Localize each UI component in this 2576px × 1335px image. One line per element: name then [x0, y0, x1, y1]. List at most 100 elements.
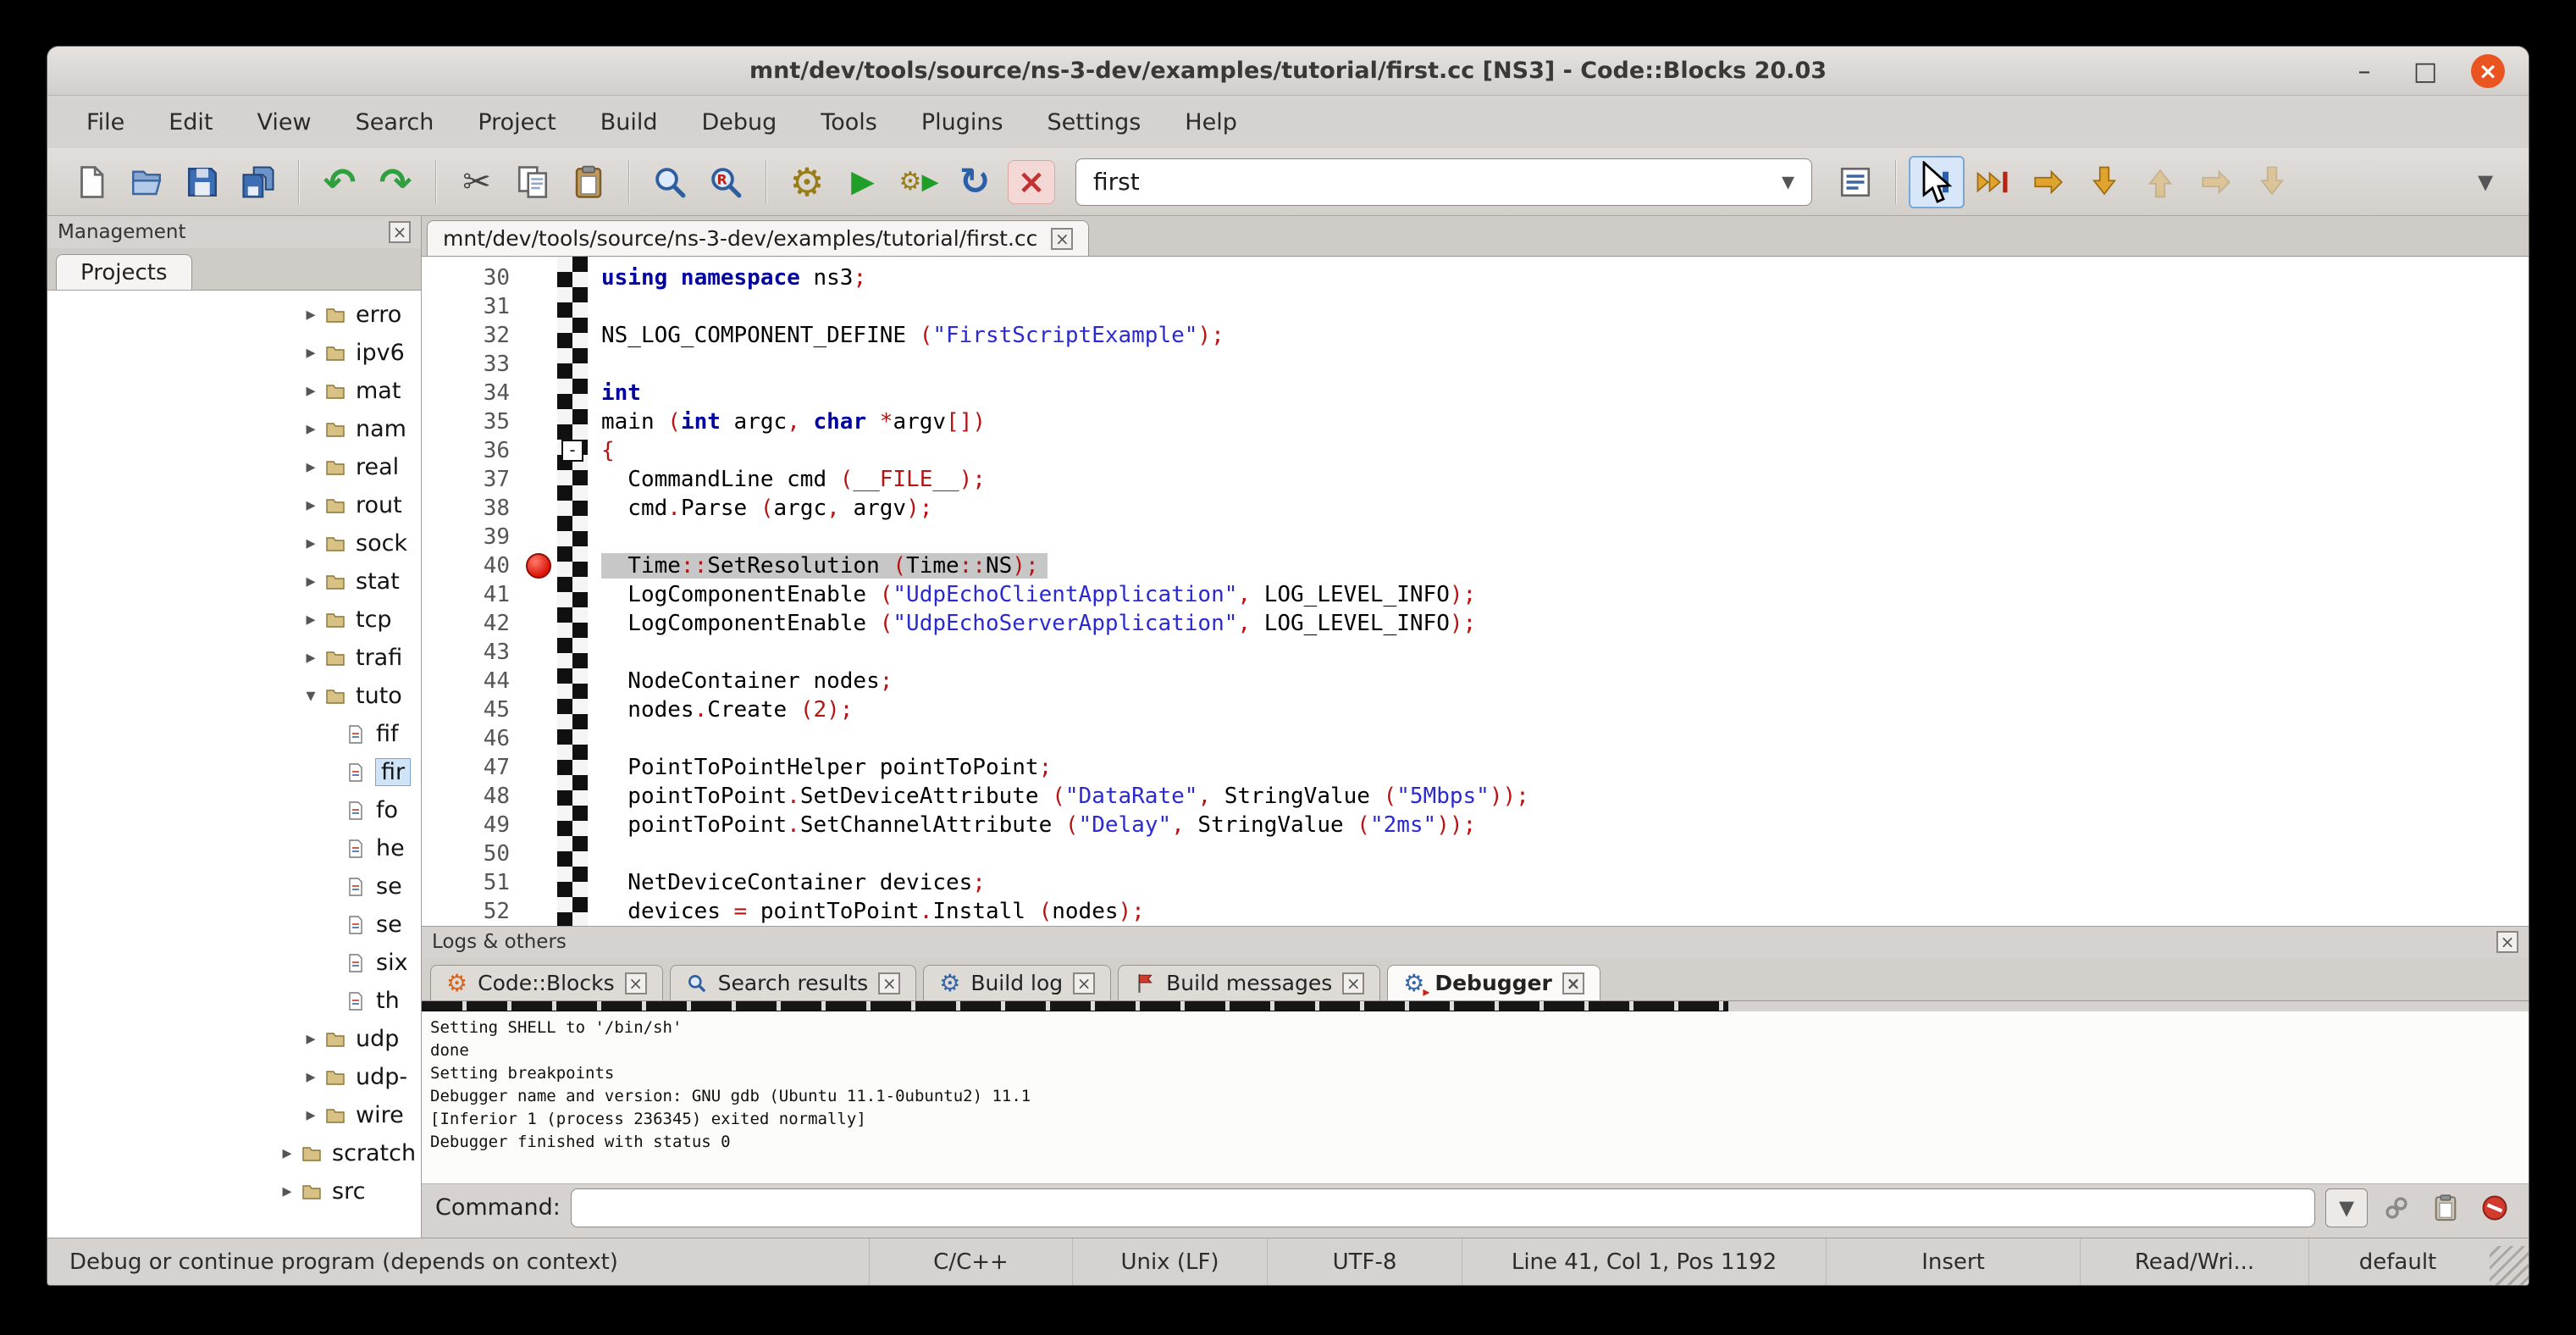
maximize-button[interactable]: □ [2410, 57, 2441, 86]
toolbar-overflow-button[interactable]: ▾ [2457, 156, 2513, 208]
stop-debugger-button[interactable] [2474, 1188, 2515, 1228]
tree-item[interactable]: ▸sock [47, 524, 421, 562]
tree-item[interactable]: ▸real [47, 448, 421, 486]
line-number[interactable]: 44 [422, 667, 520, 695]
line-number[interactable]: 36 [422, 436, 520, 465]
abort-button[interactable]: × [1008, 160, 1055, 204]
line-number[interactable]: 43 [422, 638, 520, 667]
line-number[interactable]: 49 [422, 811, 520, 839]
title-bar[interactable]: mnt/dev/tools/source/ns-3-dev/examples/t… [47, 47, 2529, 96]
chevron-right-icon[interactable]: ▸ [298, 457, 323, 478]
line-number[interactable]: 45 [422, 695, 520, 724]
breakpoint-margin[interactable] [520, 523, 557, 551]
next-instruction-button[interactable] [2188, 156, 2244, 208]
run-to-cursor-button[interactable] [1965, 156, 2020, 208]
new-file-button[interactable] [63, 156, 119, 208]
command-history-dropdown[interactable]: ▾ [2325, 1188, 2368, 1227]
line-number[interactable]: 34 [422, 379, 520, 407]
breakpoint-margin[interactable] [520, 263, 557, 292]
line-number[interactable]: 38 [422, 494, 520, 523]
line-number[interactable]: 51 [422, 868, 520, 897]
attach-file-button[interactable] [2376, 1188, 2417, 1228]
build-button[interactable]: ⚙ [779, 156, 835, 208]
tab-search-results[interactable]: Search results× [670, 965, 917, 1000]
breakpoint-margin[interactable] [520, 782, 557, 811]
chevron-right-icon[interactable]: ▸ [298, 533, 323, 554]
line-number[interactable]: 52 [422, 897, 520, 926]
breakpoint-margin[interactable] [520, 379, 557, 407]
tree-item[interactable]: ▸trafi [47, 639, 421, 677]
menu-item-build[interactable]: Build [580, 102, 678, 142]
menu-item-view[interactable]: View [236, 102, 331, 142]
menu-item-help[interactable]: Help [1164, 102, 1258, 142]
chevron-right-icon[interactable]: ▸ [298, 304, 323, 325]
cut-button[interactable]: ✂ [449, 156, 505, 208]
tree-item[interactable]: ▸udp [47, 1020, 421, 1058]
breakpoint-margin[interactable] [520, 494, 557, 523]
breakpoint-margin[interactable] [520, 609, 557, 638]
line-number[interactable]: 46 [422, 724, 520, 753]
chevron-right-icon[interactable]: ▸ [298, 1028, 323, 1050]
line-number[interactable]: 37 [422, 465, 520, 494]
replace-button[interactable]: R [698, 156, 754, 208]
breakpoint-margin[interactable] [520, 868, 557, 897]
tree-item[interactable]: se [47, 867, 421, 906]
chevron-right-icon[interactable]: ▸ [298, 495, 323, 516]
chevron-right-icon[interactable]: ▸ [274, 1143, 300, 1164]
line-number[interactable]: 31 [422, 292, 520, 321]
tree-item[interactable]: ▸wire [47, 1096, 421, 1134]
tree-item[interactable]: ▸rout [47, 486, 421, 524]
breakpoint-margin[interactable] [520, 839, 557, 868]
run-button[interactable]: ▶ [835, 156, 891, 208]
save-all-button[interactable] [230, 156, 286, 208]
menu-item-file[interactable]: File [66, 102, 145, 142]
tree-item[interactable]: ▸nam [47, 410, 421, 448]
tree-item[interactable]: ▸tcp [47, 601, 421, 639]
breakpoint-margin[interactable] [520, 695, 557, 724]
tree-item[interactable]: he [47, 829, 421, 867]
tree-item[interactable]: ▸erro [47, 296, 421, 334]
find-button[interactable] [642, 156, 698, 208]
save-button[interactable] [174, 156, 230, 208]
tree-item[interactable]: th [47, 982, 421, 1020]
chevron-right-icon[interactable]: ▸ [274, 1181, 300, 1202]
command-input[interactable] [571, 1188, 2315, 1227]
close-icon[interactable]: × [1562, 972, 1584, 994]
project-tree[interactable]: ▸erro▸ipv6▸mat▸nam▸real▸rout▸sock▸stat▸t… [47, 291, 421, 1238]
tree-item[interactable]: ▸src [47, 1172, 421, 1210]
breakpoint-margin[interactable] [520, 580, 557, 609]
undo-button[interactable]: ↶ [312, 156, 368, 208]
editor-tab-first-cc[interactable]: mnt/dev/tools/source/ns-3-dev/examples/t… [427, 220, 1089, 256]
line-number[interactable]: 30 [422, 263, 520, 292]
chevron-right-icon[interactable]: ▸ [298, 418, 323, 440]
line-number[interactable]: 47 [422, 753, 520, 782]
breakpoint-margin[interactable] [520, 551, 557, 580]
build-target-combo[interactable]: first▾ [1075, 158, 1812, 206]
close-icon[interactable]: × [2496, 931, 2518, 953]
tree-item[interactable]: fif [47, 715, 421, 753]
line-number[interactable]: 48 [422, 782, 520, 811]
line-number[interactable]: 39 [422, 523, 520, 551]
rebuild-button[interactable]: ↻ [947, 156, 1003, 208]
line-number[interactable]: 50 [422, 839, 520, 868]
breakpoint-margin[interactable] [520, 667, 557, 695]
code-editor[interactable]: 30using namespace ns3;3132NS_LOG_COMPONE… [422, 257, 2529, 926]
breakpoint-margin[interactable] [520, 724, 557, 753]
chevron-right-icon[interactable]: ▸ [298, 647, 323, 668]
breakpoint-margin[interactable] [520, 292, 557, 321]
paste-button[interactable] [561, 156, 616, 208]
tree-item[interactable]: ▸scratch [47, 1134, 421, 1172]
tab-debugger[interactable]: ⚙▸Debugger× [1387, 965, 1600, 1000]
line-number[interactable]: 33 [422, 350, 520, 379]
step-out-button[interactable] [2132, 156, 2188, 208]
compile-target-options-button[interactable] [1827, 156, 1883, 208]
chevron-right-icon[interactable]: ▸ [298, 380, 323, 402]
breakpoint-margin[interactable] [520, 811, 557, 839]
menu-item-debug[interactable]: Debug [682, 102, 798, 142]
chevron-right-icon[interactable]: ▸ [298, 342, 323, 363]
close-icon[interactable]: × [1051, 228, 1073, 250]
breakpoint-margin[interactable] [520, 897, 557, 926]
breakpoint-margin[interactable] [520, 407, 557, 436]
copy-button[interactable] [505, 156, 561, 208]
menu-item-search[interactable]: Search [335, 102, 455, 142]
